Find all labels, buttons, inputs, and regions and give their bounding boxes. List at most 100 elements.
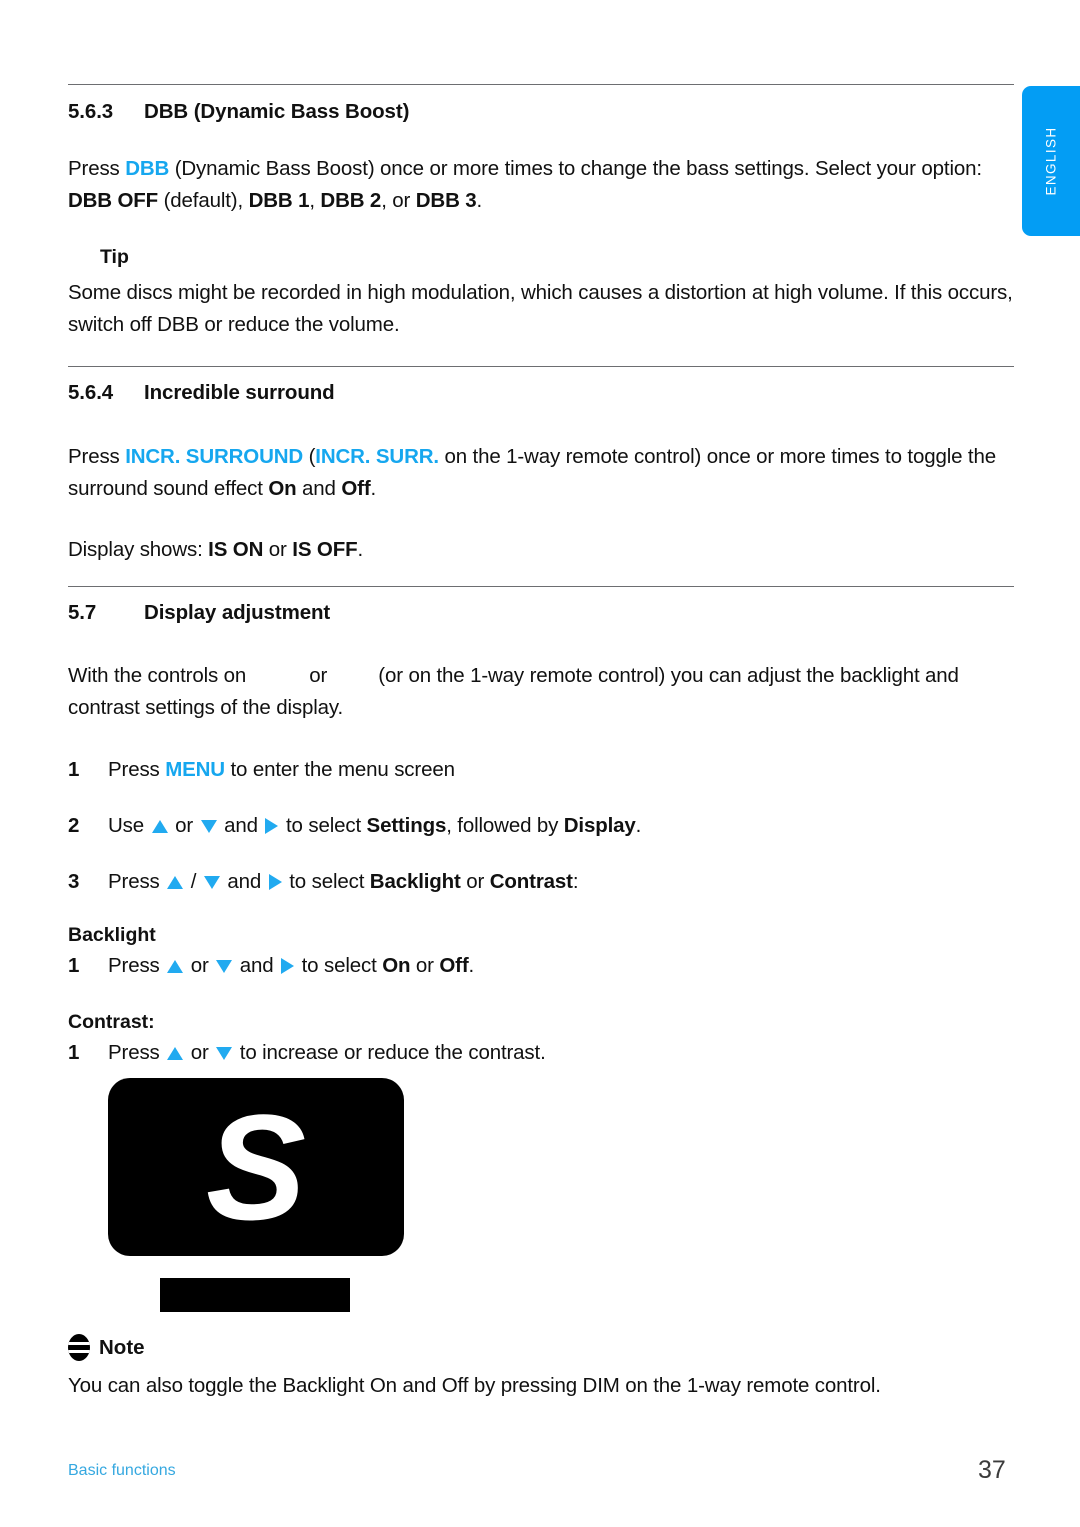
step-and: and [218, 814, 264, 837]
step-1: 1 Press MENU to enter the menu screen [68, 754, 1014, 786]
dbb-lead: Press [68, 157, 126, 180]
display-adjustment-intro: With the controls on or (or on the 1-way… [68, 660, 1014, 724]
step-mid: to select [283, 870, 370, 893]
step-end: . [468, 954, 475, 977]
language-tab: ENGLISH [1022, 86, 1080, 236]
step-lead: Use [108, 814, 150, 837]
dbb-option-2-suffix: , [309, 189, 321, 212]
step-bold-display: Display [563, 814, 636, 837]
arrow-right-icon [281, 958, 295, 974]
step-bold-on: On [382, 954, 411, 977]
step-3: 3 Press / and to select Backlight or Con… [68, 866, 1014, 898]
arrow-up-icon [167, 876, 184, 889]
step-lead: Press [108, 758, 166, 781]
display-end: . [357, 538, 363, 561]
intro-or: or [303, 664, 333, 687]
language-tab-label: ENGLISH [1043, 126, 1059, 196]
step-mid: to select [280, 814, 367, 837]
dbb-paragraph: Press DBB (Dynamic Bass Boost) once or m… [68, 153, 1014, 217]
display-illustration: S [108, 1078, 404, 1312]
section-dbb: 5.6.3 DBB (Dynamic Bass Boost) Press DBB … [68, 84, 1014, 341]
surround-and: and [296, 477, 342, 500]
footer-page-number: 37 [978, 1456, 1006, 1484]
section-incredible-surround: 5.6.4 Incredible surround Press INCR. SUR… [68, 366, 1014, 566]
note-label: Note [99, 1335, 145, 1359]
section-divider [68, 366, 1014, 367]
dbb-keyword: DBB [125, 157, 170, 180]
step-or: or [169, 814, 199, 837]
surround-display-line: Display shows: IS ON or IS OFF. [68, 534, 1014, 566]
surround-keyword-full: INCR. SURROUND [125, 445, 304, 468]
step-end: : [572, 870, 579, 893]
backlight-heading: Backlight [68, 924, 156, 946]
surround-lead: Press [68, 445, 126, 468]
step-2: 2 Use or and to select Settings, followe… [68, 810, 1014, 842]
section-number: 5.6.3 [68, 100, 114, 123]
section-divider [68, 84, 1014, 85]
step-bold-contrast: Contrast [489, 870, 573, 893]
step-tail: to increase or reduce the contrast. [234, 1041, 546, 1064]
section-heading-dbb: 5.6.3 DBB (Dynamic Bass Boost) [68, 100, 1014, 124]
arrow-down-icon [203, 876, 220, 889]
display-shows-lead: Display shows: [68, 538, 209, 561]
step-lead: Press [108, 870, 166, 893]
section-title: DBB (Dynamic Bass Boost) [144, 100, 410, 123]
illustration-letter: S [205, 1083, 307, 1251]
dbb-option-2: DBB 1 [248, 189, 310, 212]
display-or: or [263, 538, 293, 561]
section-heading-display-adjustment: 5.7 Display adjustment [68, 601, 1014, 625]
contrast-step-1: 1 Press or to increase or reduce the con… [68, 1037, 1014, 1069]
section-heading-surround: 5.6.4 Incredible surround [68, 381, 1014, 405]
arrow-up-icon [167, 960, 184, 973]
footer-chapter: Basic functions [68, 1462, 176, 1479]
display-value-on: IS ON [208, 538, 264, 561]
step-bold-settings: Settings [366, 814, 447, 837]
menu-keyword: MENU [165, 758, 225, 781]
step-bold-backlight: Backlight [369, 870, 461, 893]
step-index: 1 [68, 1041, 80, 1064]
section-display-adjustment: 5.7 Display adjustment With the controls … [68, 586, 1014, 1069]
surround-mid-1: ( [303, 445, 316, 468]
dbb-option-1: DBB OFF [68, 189, 159, 212]
dbb-option-1-suffix: (default), [158, 189, 249, 212]
arrow-up-icon [151, 820, 168, 833]
arrow-up-icon [167, 1047, 184, 1060]
illustration-base-bar [160, 1278, 350, 1312]
step-index: 3 [68, 870, 80, 893]
step-index: 1 [68, 758, 80, 781]
step-mid: to select [296, 954, 383, 977]
dbb-mid: (Dynamic Bass Boost) once or more times … [169, 157, 982, 180]
step-lead: Press [108, 1041, 166, 1064]
step-sep: or [460, 870, 490, 893]
dbb-option-4-suffix: . [476, 189, 483, 212]
step-bold-off: Off [439, 954, 469, 977]
arrow-down-icon [216, 1047, 233, 1060]
step-end: . [635, 814, 642, 837]
step-and: and [234, 954, 280, 977]
step-tail: to enter the menu screen [224, 758, 455, 781]
surround-state-on: On [268, 477, 297, 500]
tip-heading: Tip [100, 246, 129, 268]
step-or: or [185, 954, 215, 977]
step-sep: or [410, 954, 440, 977]
section-title: Display adjustment [144, 601, 331, 624]
step-sep: , followed by [446, 814, 564, 837]
surround-end: . [370, 477, 377, 500]
note-heading: Note [68, 1334, 145, 1361]
arrow-right-icon [268, 874, 282, 890]
note-icon [68, 1334, 90, 1361]
display-value-off: IS OFF [292, 538, 358, 561]
surround-keyword-short: INCR. SURR. [315, 445, 439, 468]
surround-state-off: Off [341, 477, 371, 500]
arrow-down-icon [216, 960, 233, 973]
illustration-screen: S [108, 1078, 404, 1256]
section-number: 5.7 [68, 601, 97, 624]
step-and: and [221, 870, 267, 893]
step-index: 1 [68, 954, 80, 977]
arrow-down-icon [200, 820, 217, 833]
step-index: 2 [68, 814, 80, 837]
section-divider [68, 586, 1014, 587]
intro-lead: With the controls on [68, 664, 252, 687]
step-slash: / [185, 870, 202, 893]
document-page: ENGLISH 5.6.3 DBB (Dynamic Bass Boost) Pr… [0, 0, 1080, 1527]
